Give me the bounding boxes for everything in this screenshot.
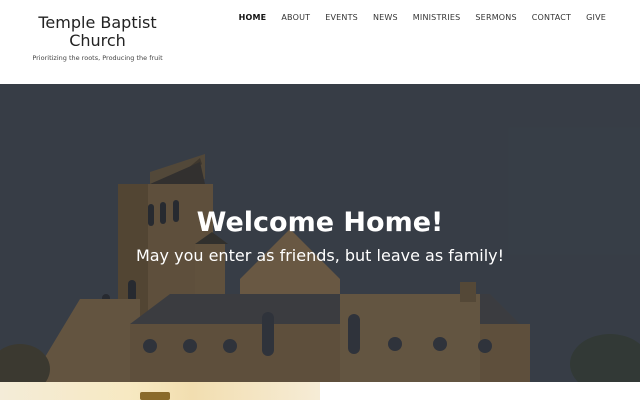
nav-item-sermons[interactable]: SERMONS <box>475 13 516 23</box>
nav-item-about[interactable]: ABOUT <box>281 13 310 23</box>
hero-banner: Welcome Home! May you enter as friends, … <box>0 84 640 382</box>
hero-subtitle: May you enter as friends, but leave as f… <box>135 246 505 265</box>
image-detail <box>140 392 170 400</box>
site-header: Temple Baptist Church Prioritizing the r… <box>0 0 640 84</box>
nav-item-news[interactable]: NEWS <box>373 13 398 23</box>
nav-item-events[interactable]: EVENTS <box>325 13 358 23</box>
site-brand[interactable]: Temple Baptist Church Prioritizing the r… <box>30 14 165 63</box>
nav-item-ministries[interactable]: MINISTRIES <box>413 13 461 23</box>
section-image-preview <box>0 382 320 400</box>
hero-title: Welcome Home! <box>196 207 444 238</box>
site-tagline: Prioritizing the roots, Producing the fr… <box>32 54 163 62</box>
nav-item-home[interactable]: HOME <box>239 13 267 23</box>
site-title[interactable]: Temple Baptist Church <box>30 14 165 50</box>
nav-item-give[interactable]: GIVE <box>586 13 606 23</box>
section-content-preview <box>320 382 640 400</box>
main-nav: HOME ABOUT EVENTS NEWS MINISTRIES SERMON… <box>224 13 606 23</box>
nav-item-contact[interactable]: CONTACT <box>532 13 571 23</box>
